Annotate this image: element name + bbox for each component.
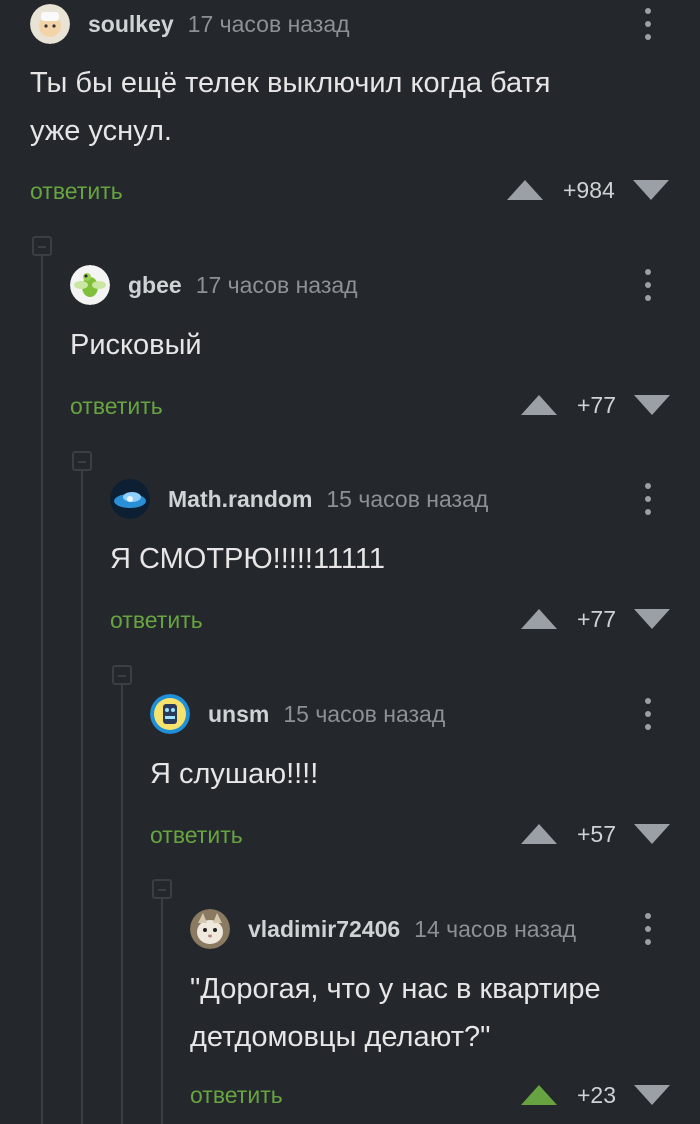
reply-link[interactable]: ответить: [150, 822, 243, 849]
vote-controls: +77: [521, 390, 671, 420]
downvote-arrow-icon[interactable]: [634, 395, 671, 415]
timestamp[interactable]: 17 часов назад: [196, 272, 358, 299]
rating-score: +77: [577, 605, 617, 632]
username[interactable]: Math.random: [168, 486, 312, 513]
avatar[interactable]: [110, 479, 150, 519]
kebab-menu-icon[interactable]: [644, 269, 652, 301]
downvote-arrow-icon[interactable]: [634, 609, 671, 629]
rating-score: +984: [563, 176, 615, 203]
collapse-thread-icon[interactable]: [32, 236, 52, 256]
collapse-thread-icon[interactable]: [72, 451, 92, 471]
reply-link[interactable]: ответить: [190, 1082, 283, 1109]
collapse-thread-icon[interactable]: [152, 879, 172, 899]
comment: Math.random 15 часов назад Я СМОТРЮ!!!!!…: [110, 479, 671, 649]
thread-line: [81, 471, 83, 1124]
comment-text: Рисковый: [70, 329, 202, 361]
username[interactable]: unsm: [208, 701, 269, 728]
comment-text: Ты бы ещё телек выключил когда батя уже …: [30, 67, 551, 147]
rating-score: +77: [577, 391, 617, 418]
vote-controls: +23: [521, 1080, 671, 1110]
timestamp[interactable]: 15 часов назад: [326, 486, 488, 513]
reply-link[interactable]: ответить: [70, 393, 163, 420]
username[interactable]: gbee: [128, 272, 182, 299]
timestamp[interactable]: 17 часов назад: [188, 11, 350, 38]
downvote-arrow-icon[interactable]: [634, 824, 671, 844]
comment: unsm 15 часов назад Я слушаю!!!! ответит…: [150, 694, 671, 864]
vote-controls: +77: [521, 604, 671, 634]
username[interactable]: vladimir72406: [248, 916, 400, 943]
comment-text: Я слушаю!!!!: [150, 758, 319, 790]
timestamp[interactable]: 14 часов назад: [414, 916, 576, 943]
rating-score: +23: [577, 1081, 617, 1108]
kebab-menu-icon[interactable]: [644, 913, 652, 945]
upvote-arrow-icon[interactable]: [521, 609, 557, 629]
comment: gbee 17 часов назад Рисковый ответить +7…: [70, 265, 671, 435]
avatar[interactable]: [70, 265, 110, 305]
comment-text: "Дорогая, что у нас в квартире детдомовц…: [190, 973, 601, 1053]
upvote-arrow-icon[interactable]: [521, 1085, 557, 1105]
downvote-arrow-icon[interactable]: [634, 1085, 671, 1105]
thread-line: [121, 685, 123, 1124]
comment: soulkey 17 часов назад Ты бы ещё телек в…: [30, 4, 670, 219]
downvote-arrow-icon[interactable]: [632, 180, 669, 200]
upvote-arrow-icon[interactable]: [521, 395, 557, 415]
upvote-arrow-icon[interactable]: [507, 180, 543, 200]
comment-text: Я СМОТРЮ!!!!!11111: [110, 543, 386, 575]
vote-controls: +57: [521, 819, 671, 849]
kebab-menu-icon[interactable]: [644, 8, 652, 40]
avatar[interactable]: [190, 909, 230, 949]
avatar[interactable]: [150, 694, 190, 734]
timestamp[interactable]: 15 часов назад: [283, 701, 445, 728]
reply-link[interactable]: ответить: [30, 178, 123, 205]
rating-score: +57: [577, 820, 617, 847]
avatar[interactable]: [30, 4, 70, 44]
username[interactable]: soulkey: [88, 11, 174, 38]
upvote-arrow-icon[interactable]: [521, 824, 557, 844]
kebab-menu-icon[interactable]: [644, 483, 652, 515]
reply-link[interactable]: ответить: [110, 607, 203, 634]
thread-line: [41, 256, 43, 1124]
collapse-thread-icon[interactable]: [112, 665, 132, 685]
thread-line: [161, 899, 163, 1124]
comment: vladimir72406 14 часов назад "Дорогая, ч…: [190, 909, 671, 1119]
kebab-menu-icon[interactable]: [644, 698, 652, 730]
vote-controls: +984: [507, 175, 669, 205]
